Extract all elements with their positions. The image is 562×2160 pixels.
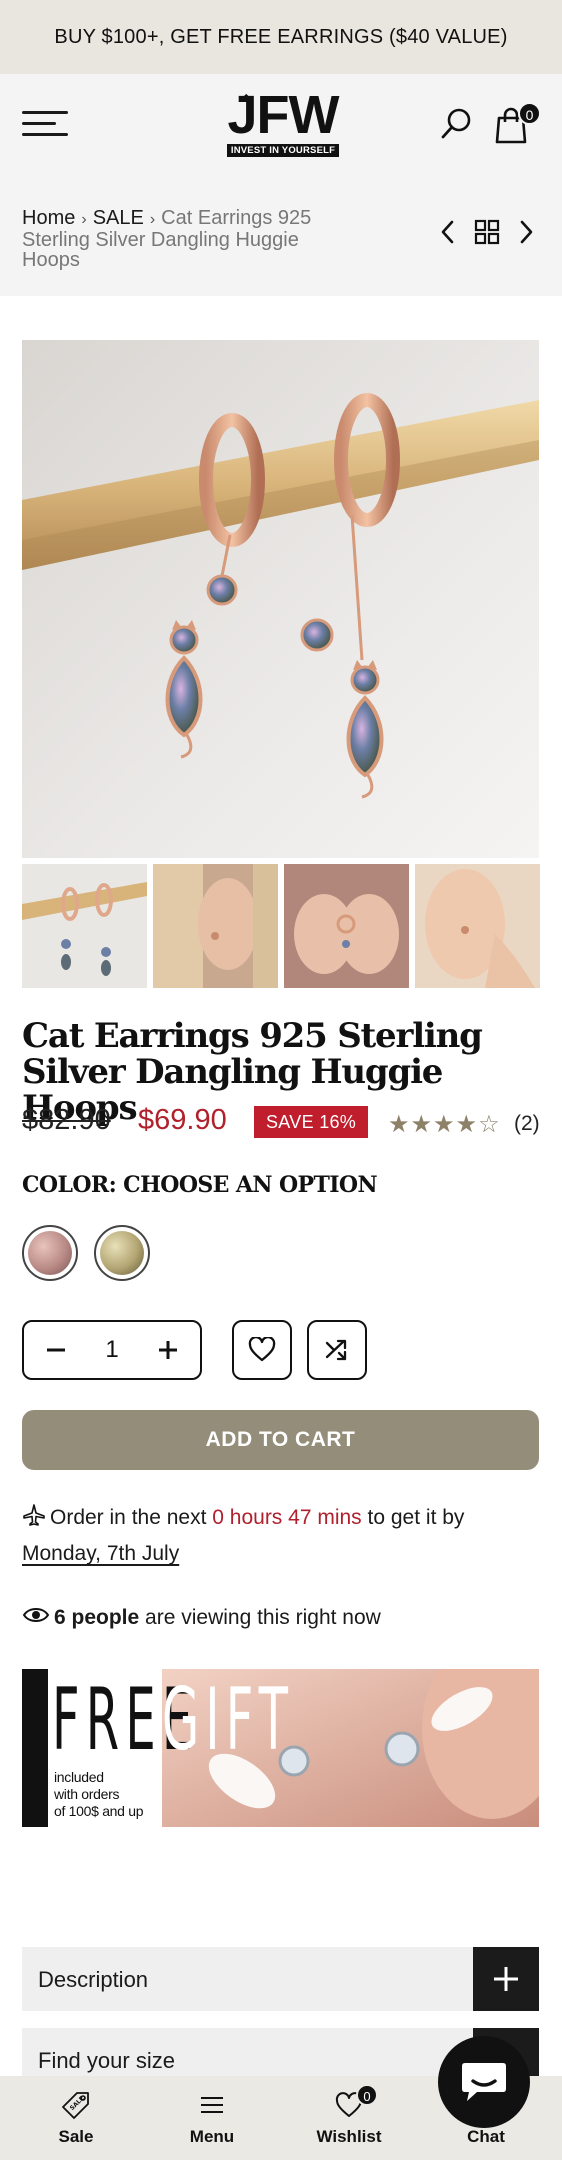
next-product-icon[interactable] [516,218,536,246]
gift-terms-line: of 100$ and up [54,1803,144,1819]
breadcrumb-bar: Home › SALE › Cat Earrings 925 Sterling Silv… [0,168,562,296]
thumbnail-4[interactable] [415,864,540,988]
chat-icon [462,2063,506,2101]
swatch-fill [28,1231,72,1275]
gift-terms-line: with orders [54,1786,120,1802]
delivery-middle: to get it by [367,1506,465,1529]
thumbnail-2[interactable] [153,864,278,988]
sale-tag-icon: SALE [62,2092,89,2119]
announcement-text: BUY $100+, GET FREE EARRINGS ($40 VALUE) [54,25,508,48]
swatch-gold[interactable] [94,1225,150,1281]
swatch-rose-gold[interactable] [22,1225,78,1281]
accordion-label: Description [38,1967,149,1992]
breadcrumb: Home › SALE › Cat Earrings 925 Sterling Silv… [22,208,362,270]
shuffle-icon [325,1339,347,1361]
add-to-wishlist-button[interactable] [232,1320,292,1380]
delivery-countdown: 0 hours 47 mins [212,1506,362,1529]
viewers-notice: 6 people are viewing this right now [22,1606,381,1630]
nav-menu[interactable]: Menu [157,2076,267,2160]
swatch-fill [100,1231,144,1275]
logo-mark: JFW [227,85,340,145]
delivery-date: Monday, 7th July [22,1542,180,1565]
viewers-suffix: are viewing this right now [145,1606,381,1629]
cart-count-badge: 0 [518,102,541,125]
compare-button[interactable] [307,1320,367,1380]
star-rating[interactable]: ★★★★☆ [388,1110,501,1139]
price-row: $82.90 $69.90 SAVE 16% ★★★★☆ (2) [22,1100,542,1144]
viewers-count: 6 people [54,1606,140,1629]
nav-label: Menu [189,2127,235,2146]
breadcrumb-sale[interactable]: SALE [93,207,144,229]
announcement-bar: BUY $100+, GET FREE EARRINGS ($40 VALUE) [0,0,562,74]
nav-label: Wishlist [316,2127,382,2146]
original-price: $82.90 [22,1104,111,1136]
product-main-image[interactable] [22,340,539,858]
gift-terms: included with orders of 100$ and up [54,1769,144,1820]
chevron-right-icon: › [149,211,156,228]
grid-icon[interactable] [473,218,501,246]
chevron-right-icon: › [81,211,87,228]
thumbnail-3[interactable] [284,864,409,988]
star-filled-icon: ★ [455,1111,479,1138]
gift-terms-line: included [54,1769,104,1785]
eye-icon [22,1608,50,1622]
save-badge: SAVE 16% [254,1106,369,1138]
search-icon[interactable] [440,106,474,140]
nav-label: Sale [58,2127,94,2146]
site-header: ◆ JFW INVEST IN YOURSELF 0 [0,74,562,168]
chat-button[interactable] [438,2036,530,2128]
star-filled-icon: ★ [388,1111,411,1138]
sale-price: $69.90 [138,1104,227,1136]
nav-sale[interactable]: SALE Sale [21,2076,131,2160]
quantity-input[interactable]: 1 [79,1336,145,1364]
delivery-prefix: Order in the next [50,1506,207,1529]
site-logo[interactable]: ◆ JFW INVEST IN YOURSELF [221,85,345,157]
gift-word-gift: GIFT [162,1670,295,1770]
quantity-stepper: 1 [22,1320,202,1380]
diamond-icon: ◆ [242,92,251,104]
plus-icon[interactable] [473,1947,539,2011]
heart-icon [248,1337,276,1362]
star-filled-icon: ★ [410,1111,434,1138]
breadcrumb-home[interactable]: Home [22,207,75,229]
accordion-label: Find your size [38,2048,175,2073]
decrease-quantity-button[interactable] [36,1330,76,1370]
thumbnail-1[interactable] [22,864,147,988]
cart-button[interactable]: 0 [495,102,541,144]
wishlist-count-badge: 0 [356,2084,378,2106]
menu-icon [201,2097,223,2113]
product-thumbnails [22,864,540,988]
airplane-icon [22,1500,50,1536]
free-gift-banner[interactable]: FREE GIFT included with orders of 100$ a… [22,1669,539,1827]
star-empty-icon: ☆ [478,1111,501,1138]
nav-label: Chat [467,2127,505,2146]
color-option-label: COLOR: CHOOSE AN OPTION [22,1172,378,1198]
delivery-estimate: Order in the next 0 hours 47 mins to get… [22,1500,542,1572]
logo-tagline: INVEST IN YOURSELF [226,144,340,157]
add-to-cart-button[interactable]: ADD TO CART [22,1410,539,1470]
star-filled-icon: ★ [433,1111,456,1138]
nav-wishlist[interactable]: 0 Wishlist [294,2076,404,2160]
increase-quantity-button[interactable] [148,1330,188,1370]
hamburger-menu-icon[interactable] [22,111,68,136]
review-count[interactable]: (2) [514,1112,540,1136]
accordion-description[interactable]: Description [22,1947,539,2011]
prev-product-icon[interactable] [438,218,458,246]
